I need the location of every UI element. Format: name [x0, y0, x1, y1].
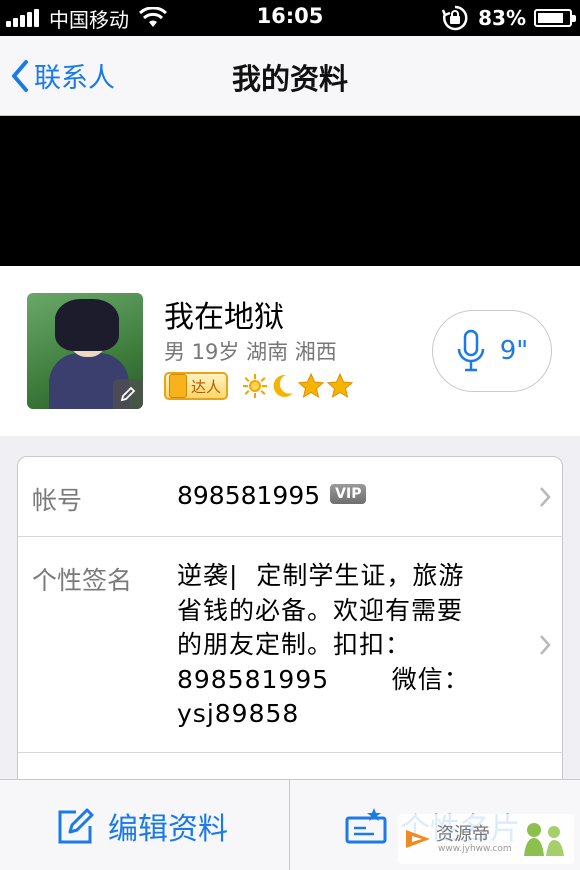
watermark-url: www.jyhww.com [438, 844, 512, 854]
badge-row: 达人 [164, 372, 356, 400]
account-label: 帐号 [32, 486, 83, 515]
bottom-toolbar: 编辑资料 个性名片 资源帝 www.jyhww.com [0, 779, 580, 870]
edit-profile-label: 编辑资料 [108, 811, 228, 847]
star-level-icon [327, 373, 354, 399]
talent-icon [169, 374, 187, 398]
navigation-bar: 联系人 我的资料 [0, 36, 580, 116]
watermark-logo-icon [406, 830, 430, 848]
chevron-right-icon [540, 487, 551, 507]
battery-percent: 83% [478, 6, 526, 30]
talent-badge[interactable]: 达人 [164, 372, 229, 400]
vip-badge: VIP [330, 484, 367, 504]
sun-level-icon [243, 374, 268, 398]
toolbar-divider [289, 780, 290, 870]
signature-row[interactable]: 个性签名 逆袭| 定制学生证，旅游省钱的必备。欢迎有需要的朋友定制。扣扣：898… [18, 537, 562, 753]
back-button[interactable]: 联系人 [10, 56, 115, 95]
chevron-left-icon [12, 59, 28, 92]
profile-header: 我在地狱 男 19岁 湖南 湘西 达人 9" [0, 266, 580, 436]
voice-intro-button[interactable]: 9" [432, 310, 552, 392]
microphone-icon [457, 329, 484, 372]
chevron-right-icon [540, 635, 551, 655]
avatar[interactable] [27, 293, 143, 409]
signature-value: 逆袭| 定制学生证，旅游省钱的必备。欢迎有需要的朋友定制。扣扣：89858199… [177, 561, 470, 728]
status-bar: 中国移动 16:05 83% [0, 0, 580, 36]
edit-avatar-icon[interactable] [113, 379, 143, 409]
voice-duration: 9" [499, 336, 529, 366]
battery-icon [534, 9, 576, 27]
watermark-figure-icon [524, 823, 564, 856]
rotation-lock-icon [442, 5, 468, 31]
edit-icon [58, 808, 94, 843]
account-value: 898581995 [177, 481, 321, 510]
signature-label: 个性签名 [32, 566, 133, 595]
star-level-icon [298, 373, 325, 399]
status-right: 83% [442, 4, 576, 32]
account-value-wrap: 898581995 VIP [177, 481, 367, 510]
account-row[interactable]: 帐号 898581995 VIP [18, 457, 562, 537]
profile-meta: 男 19岁 湖南 湘西 [164, 340, 337, 364]
watermark-text: 资源帝 [436, 824, 490, 845]
card-icon [345, 807, 387, 843]
site-watermark: 资源帝 www.jyhww.com [398, 814, 574, 864]
edit-profile-button[interactable]: 编辑资料 [56, 780, 228, 870]
profile-cover-banner[interactable] [0, 116, 580, 266]
info-card: 帐号 898581995 VIP 个性签名 逆袭| 定制学生证，旅游省钱的必备。欢… [17, 456, 563, 796]
profile-name: 我在地狱 [164, 300, 284, 335]
back-button-label: 联系人 [34, 63, 115, 94]
moon-level-icon [273, 374, 294, 397]
talent-badge-label: 达人 [191, 377, 222, 396]
